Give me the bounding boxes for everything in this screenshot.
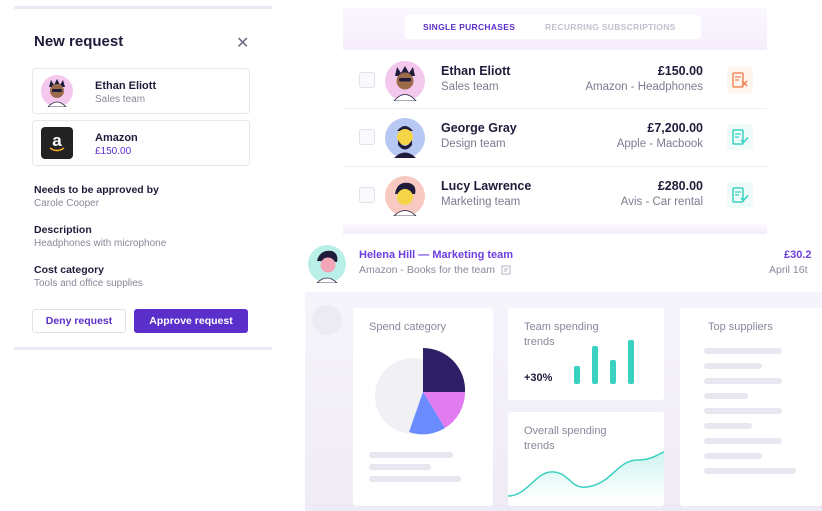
description-value: Headphones with microphone [34,238,167,249]
spend-pie-chart [375,347,466,435]
avatar-placeholder [312,305,342,335]
skeleton-line [704,408,782,414]
row-divider [343,166,767,167]
highlighted-request-amount: £30.2 [784,249,812,261]
amazon-logo-icon: a [41,127,73,159]
row-checkbox[interactable] [359,187,375,203]
helena-avatar [308,245,346,283]
skeleton-line [704,393,748,399]
row-checkbox[interactable] [359,72,375,88]
vendor-card: a Amazon £150.00 [32,120,250,166]
request-row[interactable]: George Gray Design team £7,200.00 Apple … [343,113,767,163]
highlighted-request-date: April 16t [769,264,808,276]
lucy-avatar [385,176,425,216]
tab-recurring-subscriptions[interactable]: RECURRING SUBSCRIPTIONS [545,22,676,32]
request-team: Sales team [441,81,499,93]
skeleton-line [369,476,461,482]
spend-category-title: Spend category [369,321,447,333]
skeleton-line [704,438,782,444]
row-divider [343,108,767,109]
highlighted-request-detail: Amazon - Books for the team [359,264,513,276]
request-amount: £7,200.00 [647,121,703,135]
george-avatar [385,118,425,158]
approve-request-button[interactable]: Approve request [134,309,248,333]
requester-name: Ethan Eliott [95,80,157,92]
overall-spending-card[interactable]: Overall spending trends [508,412,664,506]
purchase-tabs-bar: SINGLE PURCHASES RECURRING SUBSCRIPTIONS [343,8,767,50]
spend-category-card[interactable]: Spend category [353,308,493,506]
receipt-x-icon[interactable] [727,67,753,93]
request-team: Design team [441,138,506,150]
skeleton-line [704,378,782,384]
team-bars-chart [574,340,634,384]
ethan-avatar [41,75,73,107]
receipt-icon [501,265,511,275]
request-detail: Avis - Car rental [620,196,703,208]
request-team: Marketing team [441,196,521,208]
pie-slice-dark [423,347,466,392]
cost-category-value: Tools and office supplies [34,278,143,289]
close-icon[interactable]: ✕ [236,33,249,53]
top-suppliers-title: Top suppliers [708,321,773,333]
skeleton-line [369,464,431,470]
ethan-avatar [385,61,425,101]
requester-team: Sales team [95,94,146,105]
request-amount: £280.00 [657,179,703,193]
skeleton-line [704,363,762,369]
approver-value: Carole Cooper [34,198,100,209]
approver-label: Needs to be approved by [34,184,159,196]
team-trends-change: +30% [524,372,553,384]
deny-request-button[interactable]: Deny request [32,309,126,333]
skeleton-line [704,348,782,354]
receipt-check-icon[interactable] [727,182,753,208]
request-amount: £150.00 [657,64,703,78]
highlighted-request-title: Helena Hill — Marketing team [359,249,514,261]
receipt-check-icon[interactable] [727,124,753,150]
vendor-name: Amazon [95,132,138,144]
highlighted-request-row[interactable]: Helena Hill — Marketing team Amazon - Bo… [300,240,822,290]
request-name: Lucy Lawrence [441,179,532,193]
request-detail: Amazon - Headphones [585,81,703,93]
tab-single-purchases[interactable]: SINGLE PURCHASES [423,22,515,32]
skeleton-line [704,468,796,474]
request-name: Ethan Eliott [441,64,511,78]
requester-card: Ethan Eliott Sales team [32,68,250,114]
skeleton-line [704,423,752,429]
vendor-amount: £150.00 [95,146,132,157]
panel-title: New request [34,33,124,50]
request-name: George Gray [441,121,517,135]
request-row[interactable]: Lucy Lawrence Marketing team £280.00 Avi… [343,171,767,221]
new-request-panel: New request ✕ Ethan Eliott Sales team a … [14,6,272,350]
rows-bottom-strip [343,224,767,234]
request-detail: Apple - Macbook [616,138,703,150]
request-row[interactable]: Ethan Eliott Sales team £150.00 Amazon -… [343,56,767,106]
overall-wave-chart [508,451,664,500]
description-label: Description [34,224,92,236]
team-spending-card[interactable]: Team spending trends +30% [508,308,664,400]
skeleton-line [704,453,762,459]
top-suppliers-card[interactable]: Top suppliers [680,308,822,506]
skeleton-line [369,452,453,458]
cost-category-label: Cost category [34,264,105,276]
row-checkbox[interactable] [359,129,375,145]
